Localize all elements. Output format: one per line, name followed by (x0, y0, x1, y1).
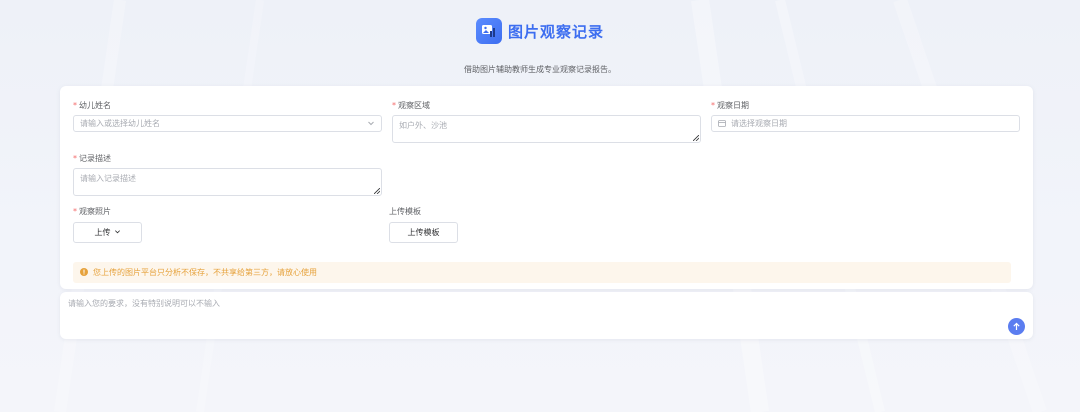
arrow-up-icon (1013, 322, 1020, 330)
upload-template-button[interactable]: 上传模板 (389, 222, 458, 243)
date-picker[interactable]: 请选择观察日期 (711, 115, 1020, 132)
chevron-down-icon (114, 228, 121, 237)
prompt-placeholder: 请输入您的要求，没有特别说明可以不输入 (68, 299, 220, 308)
photos-label: * 观察照片 (73, 207, 111, 216)
resize-handle-icon[interactable] (693, 135, 699, 141)
template-label: 上传模板 (389, 207, 421, 216)
prompt-input[interactable]: 请输入您的要求，没有特别说明可以不输入 (60, 292, 1033, 339)
area-textarea[interactable]: 如户外、沙池 (392, 115, 701, 143)
info-icon (80, 267, 88, 278)
date-label: * 观察日期 (711, 101, 749, 110)
calendar-icon (718, 119, 726, 129)
page-header: 图片观察记录 (0, 18, 1080, 44)
child-name-label: * 幼儿姓名 (73, 101, 111, 110)
upload-photos-button[interactable]: 上传 (73, 222, 142, 243)
chevron-down-icon (367, 119, 375, 129)
photo-chart-icon (475, 18, 502, 44)
description-textarea[interactable]: 请输入记录描述 (73, 168, 382, 196)
page-title: 图片观察记录 (507, 22, 604, 41)
notice-text: 您上传的图片平台只分析不保存，不共享给第三方，请放心使用 (93, 268, 317, 277)
area-label: * 观察区域 (392, 101, 430, 110)
child-name-select[interactable]: 请输入或选择幼儿姓名 (73, 115, 382, 132)
description-label: * 记录描述 (73, 154, 111, 163)
page-subtitle: 借助图片辅助教师生成专业观察记录报告。 (464, 65, 616, 74)
send-button[interactable] (1008, 318, 1025, 335)
resize-handle-icon[interactable] (374, 188, 380, 194)
privacy-notice: 您上传的图片平台只分析不保存，不共享给第三方，请放心使用 (73, 262, 1011, 283)
